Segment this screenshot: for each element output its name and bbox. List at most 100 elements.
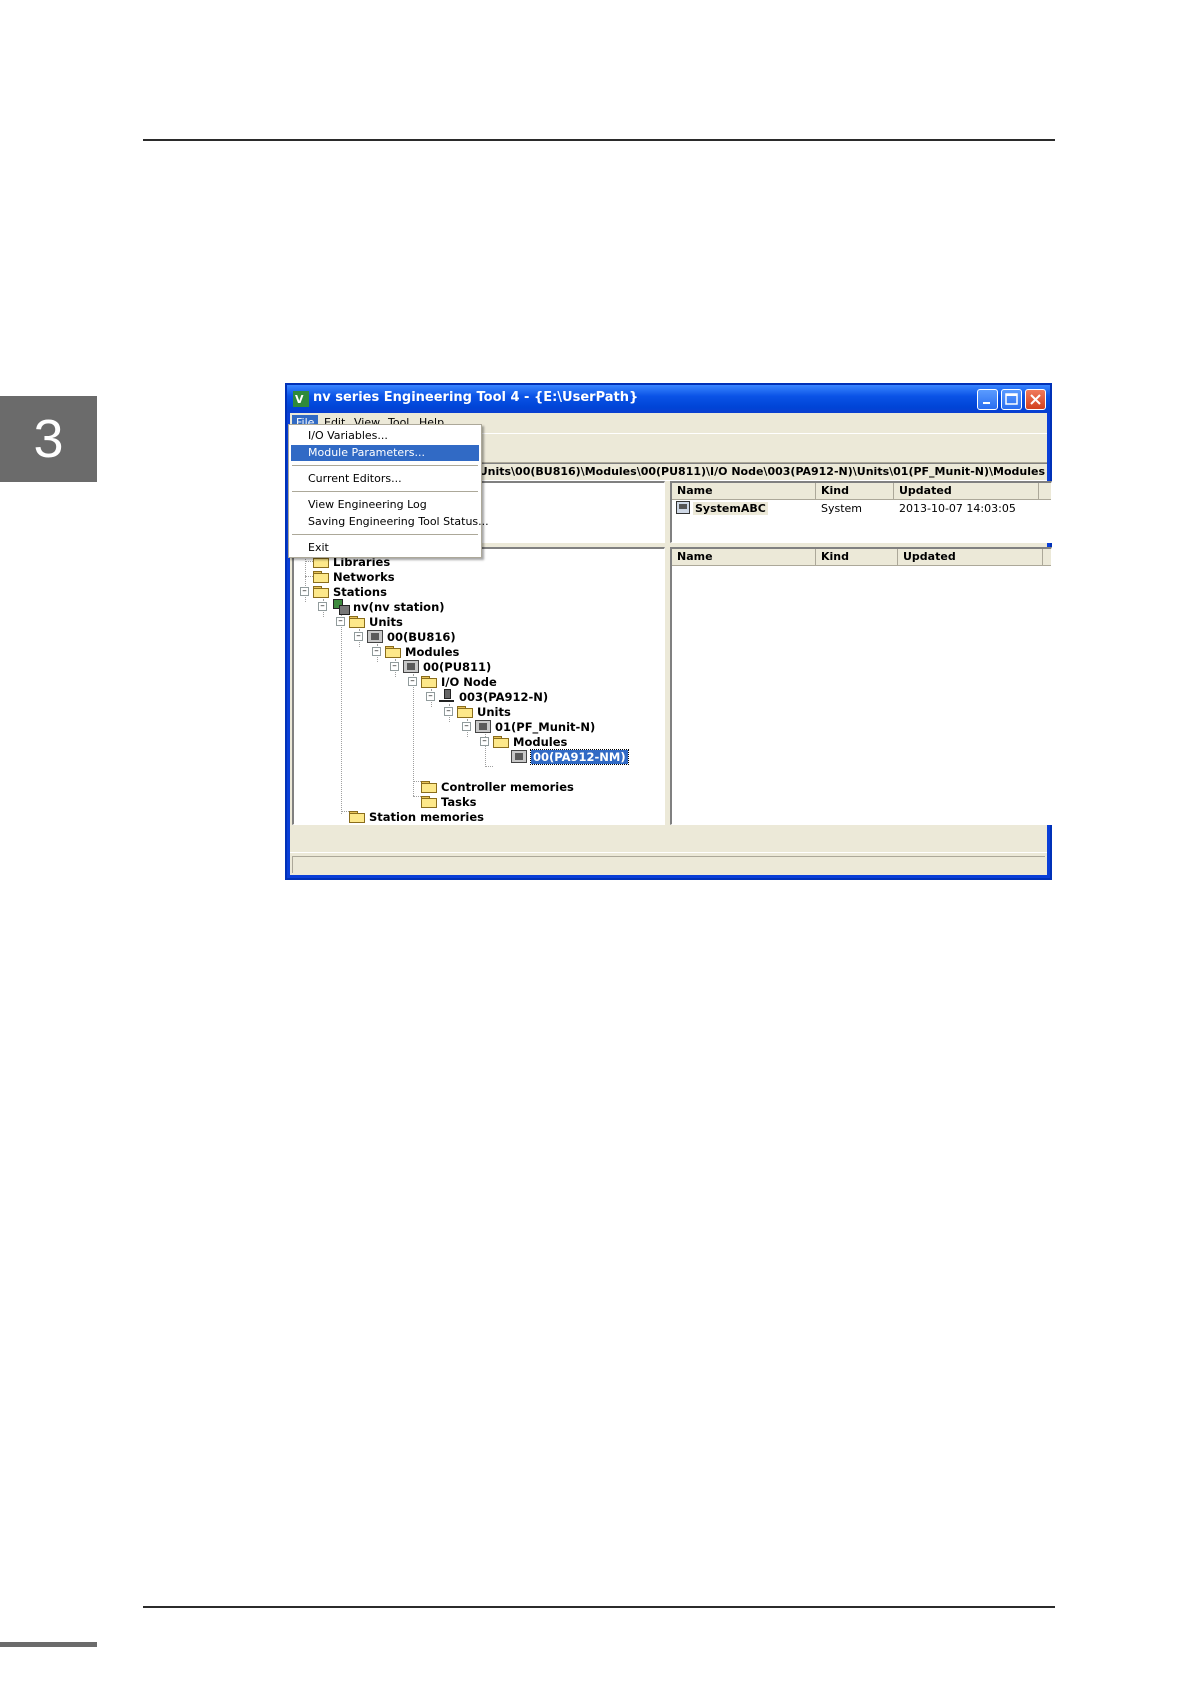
footer-rule (143, 1606, 1055, 1608)
folder-icon (385, 645, 401, 658)
tree-node-tasks[interactable]: Tasks (421, 794, 476, 809)
menu-separator (292, 465, 478, 466)
menu-item-io-variables[interactable]: I/O Variables... (291, 428, 479, 444)
collapse-icon[interactable]: – (336, 617, 345, 626)
tree-view[interactable]: Libraries Networks – Stations – nv(nv st… (292, 547, 665, 825)
menu-separator (292, 534, 478, 535)
folder-icon (349, 615, 365, 628)
window-title: nv series Engineering Tool 4 - {E:\UserP… (313, 390, 639, 405)
collapse-icon[interactable]: – (372, 647, 381, 656)
tree-node-label: 01(PF_Munit-N) (495, 719, 596, 734)
collapse-icon[interactable]: – (426, 692, 435, 701)
app-icon: V (293, 391, 309, 407)
station-icon (331, 599, 350, 615)
tree-node-label: 003(PA912-N) (459, 689, 549, 704)
status-bar (290, 852, 1047, 875)
collapse-icon[interactable]: – (354, 632, 363, 641)
menu-separator (292, 491, 478, 492)
list-item-name-cell: SystemABC (676, 501, 768, 517)
tree-node-modules-2[interactable]: – Modules (480, 734, 567, 749)
tree-node-label: Stations (333, 584, 387, 599)
collapse-icon[interactable]: – (444, 707, 453, 716)
svg-text:V: V (295, 393, 304, 406)
tree-node-pu811[interactable]: – 00(PU811) (390, 659, 491, 674)
maximize-button[interactable] (1001, 389, 1022, 410)
tree-node-networks[interactable]: Networks (313, 569, 395, 584)
tree-node-label: Units (477, 704, 511, 719)
tree-node-label: I/O Node (441, 674, 497, 689)
list-item-updated: 2013-10-07 14:03:05 (899, 502, 1016, 515)
current-path: \Units\00(BU816)\Modules\00(PU811)\I/O N… (474, 465, 1045, 478)
close-button[interactable] (1025, 389, 1046, 410)
tree-node-io-node[interactable]: – I/O Node (408, 674, 497, 689)
tree-node-label: 00(BU816) (387, 629, 456, 644)
top-list-header: Name Kind Updated (672, 483, 1051, 500)
tree-node-pf-munit[interactable]: – 01(PF_Munit-N) (462, 719, 595, 734)
tree-node-label: 00(PU811) (423, 659, 492, 674)
tree-node-pa912-nm[interactable]: 00(PA912-NM) (511, 748, 629, 765)
menu-item-exit[interactable]: Exit (291, 540, 479, 556)
base-unit-icon (475, 720, 491, 733)
close-icon (1030, 394, 1041, 405)
tree-node-label: Station memories (369, 809, 484, 824)
tree-node-station[interactable]: – nv(nv station) (318, 599, 445, 615)
bottom-list-view[interactable]: Name Kind Updated (670, 547, 1052, 825)
tree-node-station-memories[interactable]: Station memories (349, 809, 484, 824)
io-node-icon (439, 689, 455, 704)
bottom-list-header: Name Kind Updated (672, 549, 1051, 566)
minimize-button[interactable] (977, 389, 998, 410)
header-rule (143, 139, 1055, 141)
file-menu-dropdown: I/O Variables... Module Parameters... Cu… (288, 424, 489, 558)
top-list-view[interactable]: Name Kind Updated SystemABC System 2013-… (670, 481, 1052, 543)
collapse-icon[interactable]: – (408, 677, 417, 686)
folder-icon (421, 675, 437, 688)
tree-node-label: Controller memories (441, 779, 574, 794)
tree-node-label-selected: 00(PA912-NM) (530, 748, 629, 765)
collapse-icon[interactable]: – (318, 602, 327, 611)
tree-node-label: Units (369, 614, 403, 629)
tree-node-label: Modules (405, 644, 460, 659)
module-icon (403, 660, 419, 673)
tree-node-pa912-n[interactable]: – 003(PA912-N) (426, 689, 548, 704)
collapse-icon[interactable]: – (300, 587, 309, 596)
folder-icon (493, 735, 509, 748)
collapse-icon[interactable]: – (480, 737, 489, 746)
tree-node-bu816[interactable]: – 00(BU816) (354, 629, 456, 644)
tree-node-label: Tasks (441, 794, 477, 809)
folder-icon (421, 780, 437, 793)
menu-item-current-editors[interactable]: Current Editors... (291, 471, 479, 487)
list-item-name: SystemABC (693, 502, 768, 515)
collapse-icon[interactable]: – (390, 662, 399, 671)
module-icon (511, 750, 527, 763)
footer-bar (0, 1642, 97, 1647)
column-header-name[interactable]: Name (672, 483, 816, 499)
menu-item-module-parameters[interactable]: Module Parameters... (291, 445, 479, 461)
maximize-icon (1005, 393, 1018, 405)
minimize-icon (983, 402, 990, 404)
collapse-icon[interactable]: – (462, 722, 471, 731)
tree-node-controller-memories[interactable]: Controller memories (421, 779, 574, 794)
tree-node-units-2[interactable]: – Units (444, 704, 511, 719)
tree-node-label: nv(nv station) (353, 599, 445, 614)
folder-icon (421, 795, 437, 808)
chapter-tab: 3 (0, 396, 97, 482)
column-header-updated[interactable]: Updated (894, 483, 1039, 499)
column-header-name[interactable]: Name (672, 549, 816, 565)
folder-icon (349, 810, 365, 823)
list-item-kind: System (821, 502, 863, 515)
folder-icon (457, 705, 473, 718)
column-header-kind[interactable]: Kind (816, 549, 898, 565)
tree-node-label: Networks (333, 569, 395, 584)
tree-node-label: Modules (513, 734, 568, 749)
tree-node-modules[interactable]: – Modules (372, 644, 459, 659)
tree-node-stations[interactable]: – Stations (300, 584, 387, 599)
list-item[interactable]: SystemABC System 2013-10-07 14:03:05 (672, 501, 1051, 517)
title-bar[interactable]: V nv series Engineering Tool 4 - {E:\Use… (287, 385, 1050, 413)
column-header-updated[interactable]: Updated (898, 549, 1043, 565)
folder-icon (313, 585, 329, 598)
column-header-kind[interactable]: Kind (816, 483, 894, 499)
menu-item-view-engineering-log[interactable]: View Engineering Log (291, 497, 479, 513)
tree-node-units[interactable]: – Units (336, 614, 403, 629)
base-unit-icon (367, 630, 383, 643)
menu-item-saving-status[interactable]: Saving Engineering Tool Status... (291, 514, 489, 530)
